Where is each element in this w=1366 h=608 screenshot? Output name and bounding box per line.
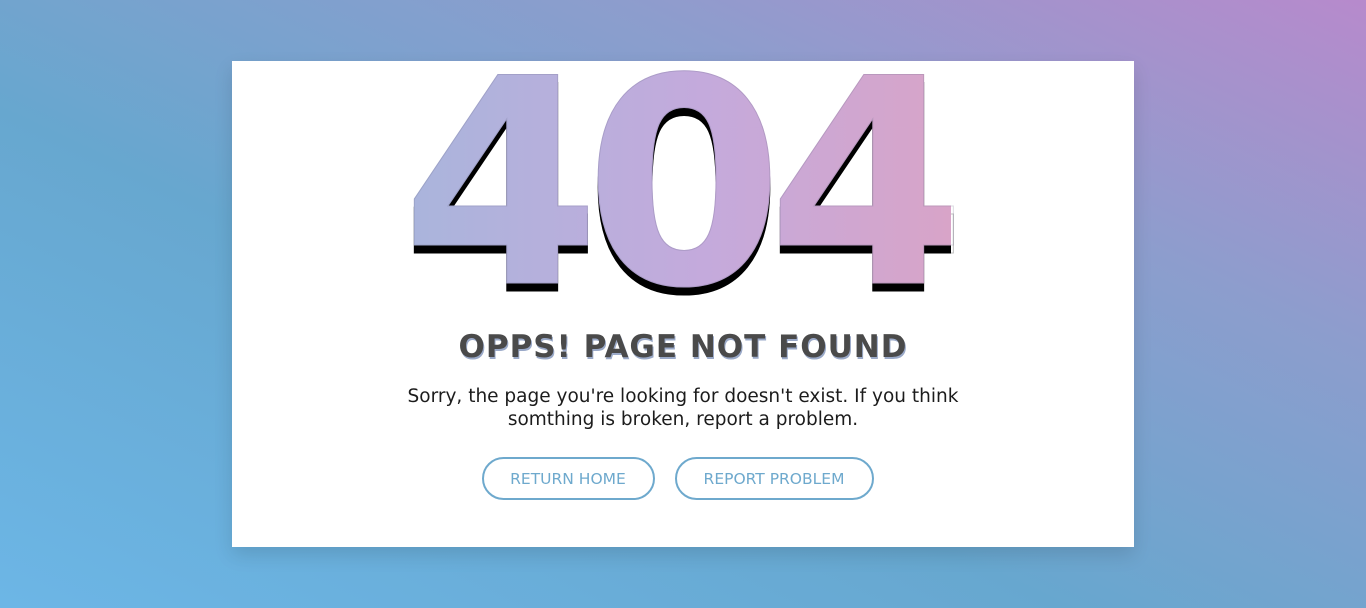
error-code: 404 bbox=[401, 19, 967, 351]
error-message: Sorry, the page you're looking for doesn… bbox=[407, 386, 959, 430]
error-code-container: 404 bbox=[232, 19, 1134, 351]
action-buttons: RETURN HOME REPORT PROBLEM bbox=[232, 457, 1134, 500]
report-problem-button[interactable]: REPORT PROBLEM bbox=[674, 457, 874, 500]
error-title: OPPS! PAGE NOT FOUND bbox=[458, 329, 908, 365]
return-home-button[interactable]: RETURN HOME bbox=[481, 457, 655, 500]
error-card: 404 OPPS! PAGE NOT FOUND Sorry, the page… bbox=[232, 19, 1134, 547]
